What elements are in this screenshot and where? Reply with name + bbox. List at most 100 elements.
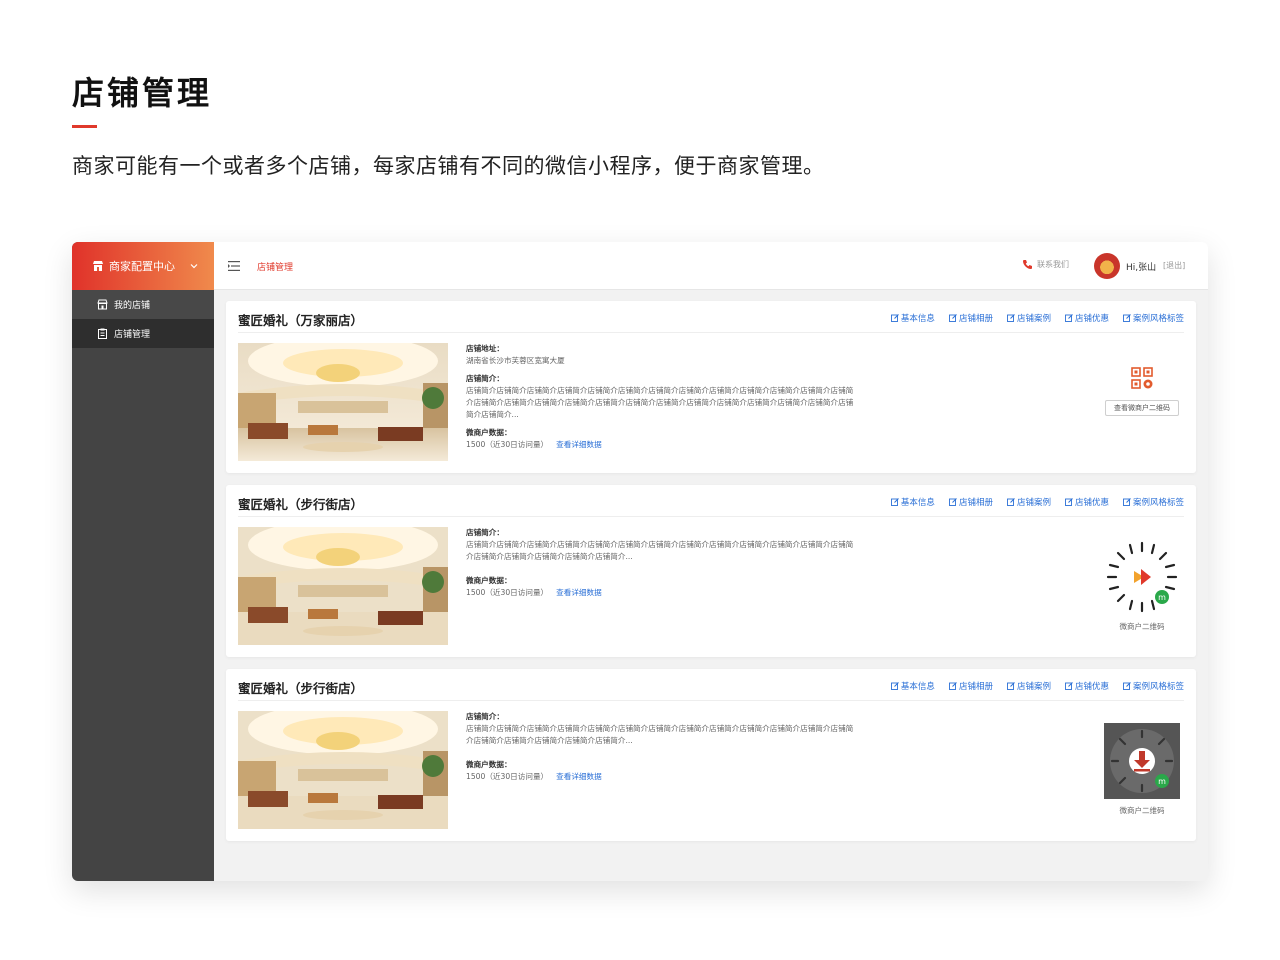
edit-icon bbox=[1123, 682, 1131, 690]
edit-icon bbox=[1007, 682, 1015, 690]
store-offers-link[interactable]: 店铺优惠 bbox=[1065, 496, 1109, 508]
clipboard-icon bbox=[97, 328, 108, 339]
action-label: 店铺案例 bbox=[1016, 682, 1051, 692]
action-label: 店铺案例 bbox=[1016, 498, 1051, 508]
qr-area: m 微商户二维码 bbox=[1102, 537, 1182, 647]
sidebar-item-my-stores[interactable]: 我的店铺 bbox=[72, 290, 214, 319]
basic-info-link[interactable]: 基本信息 bbox=[890, 312, 935, 324]
view-details-link[interactable]: 查看详细数据 bbox=[556, 772, 602, 781]
stats-label: 微商户数据： bbox=[466, 428, 512, 437]
store-intro: 店铺简介店铺简介店铺简介店铺简介店铺简介店铺简介店铺简介店铺简介店铺简介店铺简介… bbox=[466, 386, 854, 419]
action-label: 基本信息 bbox=[900, 682, 935, 692]
phone-icon bbox=[1022, 259, 1033, 270]
edit-icon bbox=[948, 498, 957, 506]
store-card-header: 蜜匠婚礼（步行街店） 基本信息 店铺相册 店铺案例 店铺优惠 案例风格标签 bbox=[238, 485, 1184, 517]
menu-toggle-icon[interactable] bbox=[228, 261, 240, 271]
store-card: 蜜匠婚礼（步行街店） 基本信息 店铺相册 店铺案例 店铺优惠 案例风格标签 店铺… bbox=[226, 669, 1196, 841]
store-actions: 基本信息 店铺相册 店铺案例 店铺优惠 案例风格标签 bbox=[877, 680, 1184, 692]
style-tags-link[interactable]: 案例风格标签 bbox=[1123, 496, 1184, 508]
store-info: 店铺简介： 店铺简介店铺简介店铺简介店铺简介店铺简介店铺简介店铺简介店铺简介店铺… bbox=[466, 527, 858, 605]
breadcrumb[interactable]: 店铺管理 bbox=[257, 260, 293, 273]
store-card: 蜜匠婚礼（万家丽店） 基本信息 店铺相册 店铺案例 店铺优惠 案例风格标签 店铺… bbox=[226, 301, 1196, 473]
sidebar-item-store-management[interactable]: 店铺管理 bbox=[72, 319, 214, 348]
store-photo bbox=[238, 527, 448, 645]
app-window: 商家配置中心 我的店铺 店铺管理 店铺管理 联系我们 Hi,张山 [退出] 蜜匠… bbox=[72, 242, 1208, 881]
store-card: 蜜匠婚礼（步行街店） 基本信息 店铺相册 店铺案例 店铺优惠 案例风格标签 店铺… bbox=[226, 485, 1196, 657]
store-icon bbox=[97, 299, 108, 310]
store-intro: 店铺简介店铺简介店铺简介店铺简介店铺简介店铺简介店铺简介店铺简介店铺简介店铺简介… bbox=[466, 724, 854, 745]
sidebar: 商家配置中心 我的店铺 店铺管理 bbox=[72, 242, 214, 881]
store-photo bbox=[238, 343, 448, 461]
edit-icon bbox=[1007, 498, 1015, 506]
edit-icon bbox=[948, 682, 957, 690]
intro-label: 店铺简介： bbox=[466, 712, 504, 721]
svg-text:m: m bbox=[1158, 593, 1166, 602]
edit-icon bbox=[1065, 682, 1073, 690]
brand-label: 商家配置中心 bbox=[109, 260, 175, 273]
store-cases-link[interactable]: 店铺案例 bbox=[1007, 496, 1051, 508]
page-subtitle: 商家可能有一个或者多个店铺，每家店铺有不同的微信小程序，便于商家管理。 bbox=[72, 154, 825, 178]
chevron-down-icon bbox=[189, 261, 199, 271]
store-cases-link[interactable]: 店铺案例 bbox=[1007, 312, 1051, 324]
view-details-link[interactable]: 查看详细数据 bbox=[556, 440, 602, 449]
view-details-link[interactable]: 查看详细数据 bbox=[556, 588, 602, 597]
store-card-header: 蜜匠婚礼（步行街店） 基本信息 店铺相册 店铺案例 店铺优惠 案例风格标签 bbox=[238, 669, 1184, 701]
logout-link[interactable]: [退出] bbox=[1163, 260, 1185, 271]
edit-icon bbox=[1123, 498, 1131, 506]
action-label: 店铺相册 bbox=[958, 682, 993, 692]
intro-label: 店铺简介： bbox=[466, 528, 504, 537]
sidebar-item-label: 我的店铺 bbox=[114, 301, 151, 311]
title-underline bbox=[72, 125, 97, 128]
action-label: 案例风格标签 bbox=[1132, 498, 1184, 508]
edit-icon bbox=[890, 682, 899, 690]
user-greeting: Hi,张山 bbox=[1126, 263, 1157, 273]
store-photo bbox=[238, 711, 448, 829]
store-album-link[interactable]: 店铺相册 bbox=[948, 312, 993, 324]
style-tags-link[interactable]: 案例风格标签 bbox=[1123, 312, 1184, 324]
svg-text:m: m bbox=[1158, 777, 1166, 786]
action-label: 店铺案例 bbox=[1016, 314, 1051, 324]
store-album-link[interactable]: 店铺相册 bbox=[948, 496, 993, 508]
basic-info-link[interactable]: 基本信息 bbox=[890, 496, 935, 508]
store-cases-link[interactable]: 店铺案例 bbox=[1007, 680, 1051, 692]
style-tags-link[interactable]: 案例风格标签 bbox=[1123, 680, 1184, 692]
store-name: 蜜匠婚礼（万家丽店） bbox=[238, 313, 364, 328]
view-qr-button[interactable]: 查看微商户二维码 bbox=[1105, 400, 1179, 416]
store-offers-link[interactable]: 店铺优惠 bbox=[1065, 312, 1109, 324]
contact-us-link[interactable]: 联系我们 bbox=[1022, 259, 1069, 270]
action-label: 基本信息 bbox=[900, 498, 935, 508]
download-qr-icon[interactable]: m bbox=[1104, 723, 1180, 799]
store-info: 店铺地址： 湖南省长沙市芙蓉区宽寓大厦 店铺简介： 店铺简介店铺简介店铺简介店铺… bbox=[466, 343, 858, 457]
store-name: 蜜匠婚礼（步行街店） bbox=[238, 681, 364, 696]
store-info: 店铺简介： 店铺简介店铺简介店铺简介店铺简介店铺简介店铺简介店铺简介店铺简介店铺… bbox=[466, 711, 858, 789]
edit-icon bbox=[948, 314, 957, 322]
address-label: 店铺地址： bbox=[466, 344, 504, 353]
basic-info-link[interactable]: 基本信息 bbox=[890, 680, 935, 692]
edit-icon bbox=[1007, 314, 1015, 322]
visit-count: 1500（近30日访问量） bbox=[466, 440, 549, 449]
store-name: 蜜匠婚礼（步行街店） bbox=[238, 497, 364, 512]
contact-label: 联系我们 bbox=[1037, 260, 1069, 269]
qr-area: 查看微商户二维码 bbox=[1102, 353, 1182, 463]
store-address: 湖南省长沙市芙蓉区宽寓大厦 bbox=[466, 356, 565, 365]
avatar[interactable] bbox=[1094, 253, 1120, 279]
intro-label: 店铺简介： bbox=[466, 374, 504, 383]
page-title: 店铺管理 bbox=[72, 74, 213, 112]
top-bar: 店铺管理 联系我们 Hi,张山 [退出] bbox=[214, 242, 1208, 290]
action-label: 店铺优惠 bbox=[1074, 498, 1109, 508]
action-label: 店铺相册 bbox=[958, 498, 993, 508]
store-offers-link[interactable]: 店铺优惠 bbox=[1065, 680, 1109, 692]
action-label: 基本信息 bbox=[900, 314, 935, 324]
edit-icon bbox=[890, 498, 899, 506]
qr-area: m 微商户二维码 bbox=[1102, 721, 1182, 831]
action-label: 店铺优惠 bbox=[1074, 682, 1109, 692]
action-label: 店铺相册 bbox=[958, 314, 993, 324]
visit-count: 1500（近30日访问量） bbox=[466, 772, 549, 781]
visit-count: 1500（近30日访问量） bbox=[466, 588, 549, 597]
edit-icon bbox=[1065, 314, 1073, 322]
edit-icon bbox=[1123, 314, 1131, 322]
brand-menu[interactable]: 商家配置中心 bbox=[72, 242, 214, 290]
store-list: 蜜匠婚礼（万家丽店） 基本信息 店铺相册 店铺案例 店铺优惠 案例风格标签 店铺… bbox=[226, 301, 1196, 853]
qr-caption: 微商户二维码 bbox=[1119, 622, 1165, 631]
store-album-link[interactable]: 店铺相册 bbox=[948, 680, 993, 692]
